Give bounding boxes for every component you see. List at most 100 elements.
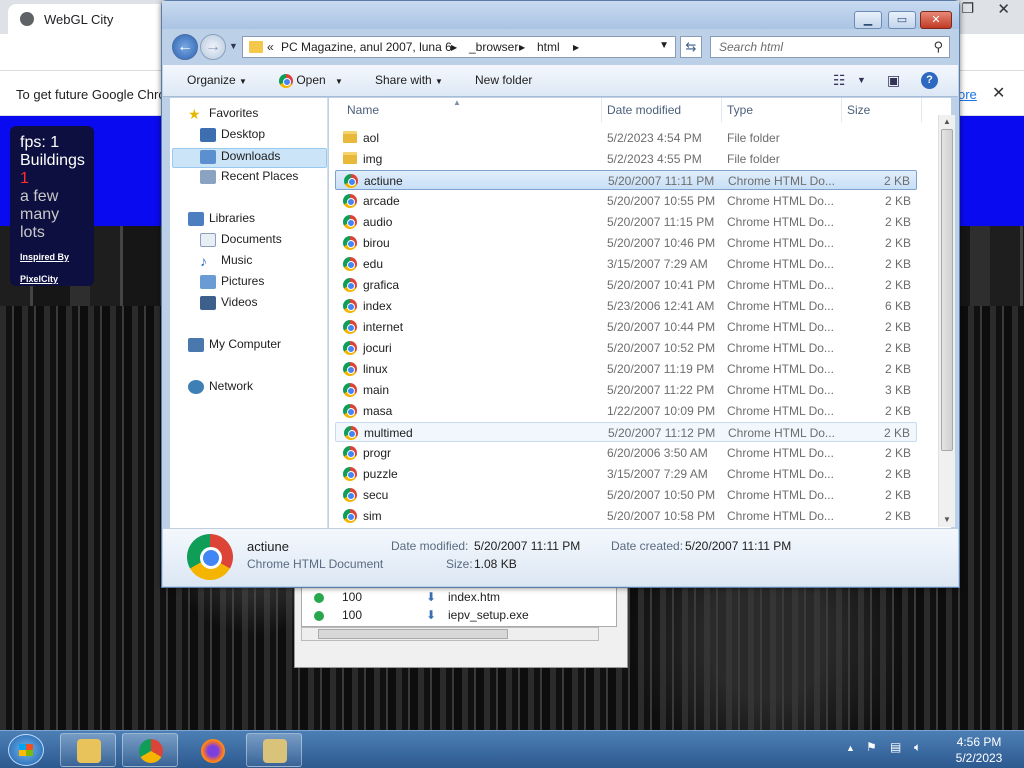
show-hidden-icons[interactable]: ▲ (846, 743, 855, 753)
pixelcity-link[interactable]: PixelCity (20, 270, 84, 288)
system-clock[interactable]: 4:56 PM 5/2/2023 (944, 734, 1014, 766)
download-row[interactable]: 100 ⬇ index.htm (308, 590, 608, 606)
list-item[interactable]: masa 1/22/2007 10:09 PM Chrome HTML Do... 2… (335, 401, 917, 421)
restore-icon[interactable]: ❐ (961, 0, 974, 17)
taskbar-chrome[interactable] (122, 733, 178, 767)
list-item[interactable]: birou 5/20/2007 10:46 PM Chrome HTML Do...… (335, 233, 917, 253)
column-size[interactable]: Size (847, 98, 870, 122)
chevron-right-icon[interactable]: ▶ (519, 43, 525, 52)
nav-network[interactable]: Network (188, 379, 253, 399)
open-button[interactable]: Open ▼ (279, 73, 343, 88)
new-folder-button[interactable]: New folder (475, 73, 532, 87)
list-item[interactable]: grafica 5/20/2007 10:41 PM Chrome HTML Do.… (335, 275, 917, 295)
back-button[interactable]: ← (172, 34, 198, 60)
horizontal-scrollbar[interactable] (301, 627, 599, 641)
minimize-button[interactable]: ▁ (854, 11, 882, 29)
taskbar-explorer[interactable] (60, 733, 116, 767)
list-item[interactable]: puzzle 3/15/2007 7:29 AM Chrome HTML Do...… (335, 464, 917, 484)
nav-music[interactable]: ♪ Music (200, 253, 252, 273)
list-item[interactable]: multimed 5/20/2007 11:12 PM Chrome HTML Do… (335, 422, 917, 442)
buildings-option-few[interactable]: a few (20, 188, 84, 206)
network-icon[interactable]: ▤ (890, 740, 901, 754)
chevron-down-icon[interactable]: ▼ (659, 40, 669, 51)
breadcrumb-item[interactable]: PC Magazine, anul 2007, luna 6 (281, 40, 452, 54)
chevron-right-icon[interactable]: ▶ (573, 43, 579, 52)
nav-desktop[interactable]: Desktop (200, 127, 265, 147)
breadcrumb-item[interactable]: _browser (469, 40, 518, 54)
scroll-thumb[interactable] (318, 629, 508, 639)
help-icon[interactable]: ? (921, 72, 938, 89)
view-options-icon[interactable]: ☷ (833, 72, 846, 89)
action-center-icon[interactable]: ⚑ (866, 740, 877, 754)
nav-recent-places[interactable]: Recent Places (200, 169, 298, 189)
taskbar-firefox[interactable] (184, 733, 240, 767)
scroll-down-icon[interactable]: ▼ (943, 515, 951, 524)
download-row[interactable]: 100 ⬇ iepv_setup.exe (308, 608, 608, 624)
list-item[interactable]: internet 5/20/2007 10:44 PM Chrome HTML Do… (335, 317, 917, 337)
list-item[interactable]: progr 6/20/2006 3:50 AM Chrome HTML Do... 2… (335, 443, 917, 463)
column-date[interactable]: Date modified (607, 98, 681, 122)
start-button[interactable] (8, 734, 44, 766)
forward-button[interactable]: → (200, 34, 226, 60)
nav-favorites[interactable]: ★ Favorites (188, 106, 258, 126)
chrome-icon (343, 383, 357, 397)
column-divider[interactable] (841, 98, 842, 122)
column-divider[interactable] (721, 98, 722, 122)
column-type[interactable]: Type (727, 98, 753, 122)
list-item[interactable]: sim 5/20/2007 10:58 PM Chrome HTML Do... 2 … (335, 506, 917, 526)
list-item[interactable]: img 5/2/2023 4:55 PM File folder (335, 149, 917, 169)
nav-label: Libraries (209, 211, 256, 225)
chevron-down-icon[interactable]: ▼ (857, 75, 866, 85)
nav-my-computer[interactable]: My Computer (188, 337, 281, 357)
clock-date: 5/2/2023 (955, 751, 1003, 765)
breadcrumb-item[interactable]: html (537, 40, 560, 54)
column-name[interactable]: Name (347, 98, 379, 122)
computer-icon (188, 337, 204, 352)
nav-libraries[interactable]: Libraries (188, 211, 255, 231)
list-item[interactable]: linux 5/20/2007 11:19 PM Chrome HTML Do...… (335, 359, 917, 379)
buildings-option-1[interactable]: 1 (20, 170, 84, 188)
breadcrumb-overflow[interactable]: « (267, 40, 274, 54)
inspired-by-link[interactable]: Inspired By (20, 248, 84, 266)
list-item[interactable]: index 5/23/2006 12:41 AM Chrome HTML Do...… (335, 296, 917, 316)
column-divider[interactable] (921, 98, 922, 122)
nav-downloads[interactable]: Downloads (172, 148, 327, 168)
close-icon[interactable]: ✕ (997, 0, 1010, 18)
close-button[interactable]: ✕ (920, 11, 952, 29)
nav-documents[interactable]: Documents (200, 232, 282, 252)
list-item[interactable]: arcade 5/20/2007 10:55 PM Chrome HTML Do..… (335, 191, 917, 211)
list-item[interactable]: main 5/20/2007 11:22 PM Chrome HTML Do... 3… (335, 380, 917, 400)
list-item[interactable]: audio 5/20/2007 11:15 PM Chrome HTML Do...… (335, 212, 917, 232)
scroll-thumb[interactable] (941, 129, 953, 451)
fps-counter: fps: 1 (20, 134, 60, 151)
organize-label: Organize (187, 73, 236, 87)
maximize-button[interactable]: ▭ (888, 11, 916, 29)
list-item[interactable]: edu 3/15/2007 7:29 AM Chrome HTML Do... 2 K… (335, 254, 917, 274)
learn-more-link[interactable]: ore (958, 87, 977, 102)
preview-pane-icon[interactable]: ▣ (887, 72, 900, 89)
organize-button[interactable]: Organize ▼ (187, 73, 247, 87)
window-titlebar[interactable]: ▁ ▭ ✕ (162, 1, 959, 29)
infobar-close-icon[interactable]: ✕ (992, 83, 1005, 103)
nav-pictures[interactable]: Pictures (200, 274, 264, 294)
buildings-option-lots[interactable]: lots (20, 224, 84, 242)
list-item[interactable]: jocuri 5/20/2007 10:52 PM Chrome HTML Do..… (335, 338, 917, 358)
scroll-up-icon[interactable]: ▲ (943, 117, 951, 126)
list-item[interactable]: secu 5/20/2007 10:50 PM Chrome HTML Do... 2… (335, 485, 917, 505)
refresh-button[interactable]: ⇆ (680, 36, 702, 58)
list-item[interactable]: actiune 5/20/2007 11:11 PM Chrome HTML Do.… (335, 170, 917, 190)
chevron-right-icon[interactable]: ▶ (451, 43, 457, 52)
taskbar-app[interactable] (246, 733, 302, 767)
file-type: Chrome HTML Do... (727, 215, 834, 229)
nav-videos[interactable]: Videos (200, 295, 257, 315)
share-with-button[interactable]: Share with ▼ (375, 73, 443, 87)
breadcrumb[interactable]: « PC Magazine, anul 2007, luna 6 ▶ _brow… (242, 36, 676, 58)
search-icon[interactable]: ⚲ (933, 39, 943, 55)
column-divider[interactable] (601, 98, 602, 122)
recent-pages-icon[interactable]: ▼ (229, 41, 238, 51)
volume-icon[interactable]: 🔈︎ (914, 740, 921, 755)
buildings-option-many[interactable]: many (20, 206, 84, 224)
vertical-scrollbar[interactable]: ▲ ▼ (938, 115, 955, 527)
list-item[interactable]: aol 5/2/2023 4:54 PM File folder (335, 128, 917, 148)
search-input[interactable]: Search html ⚲ (710, 36, 950, 58)
